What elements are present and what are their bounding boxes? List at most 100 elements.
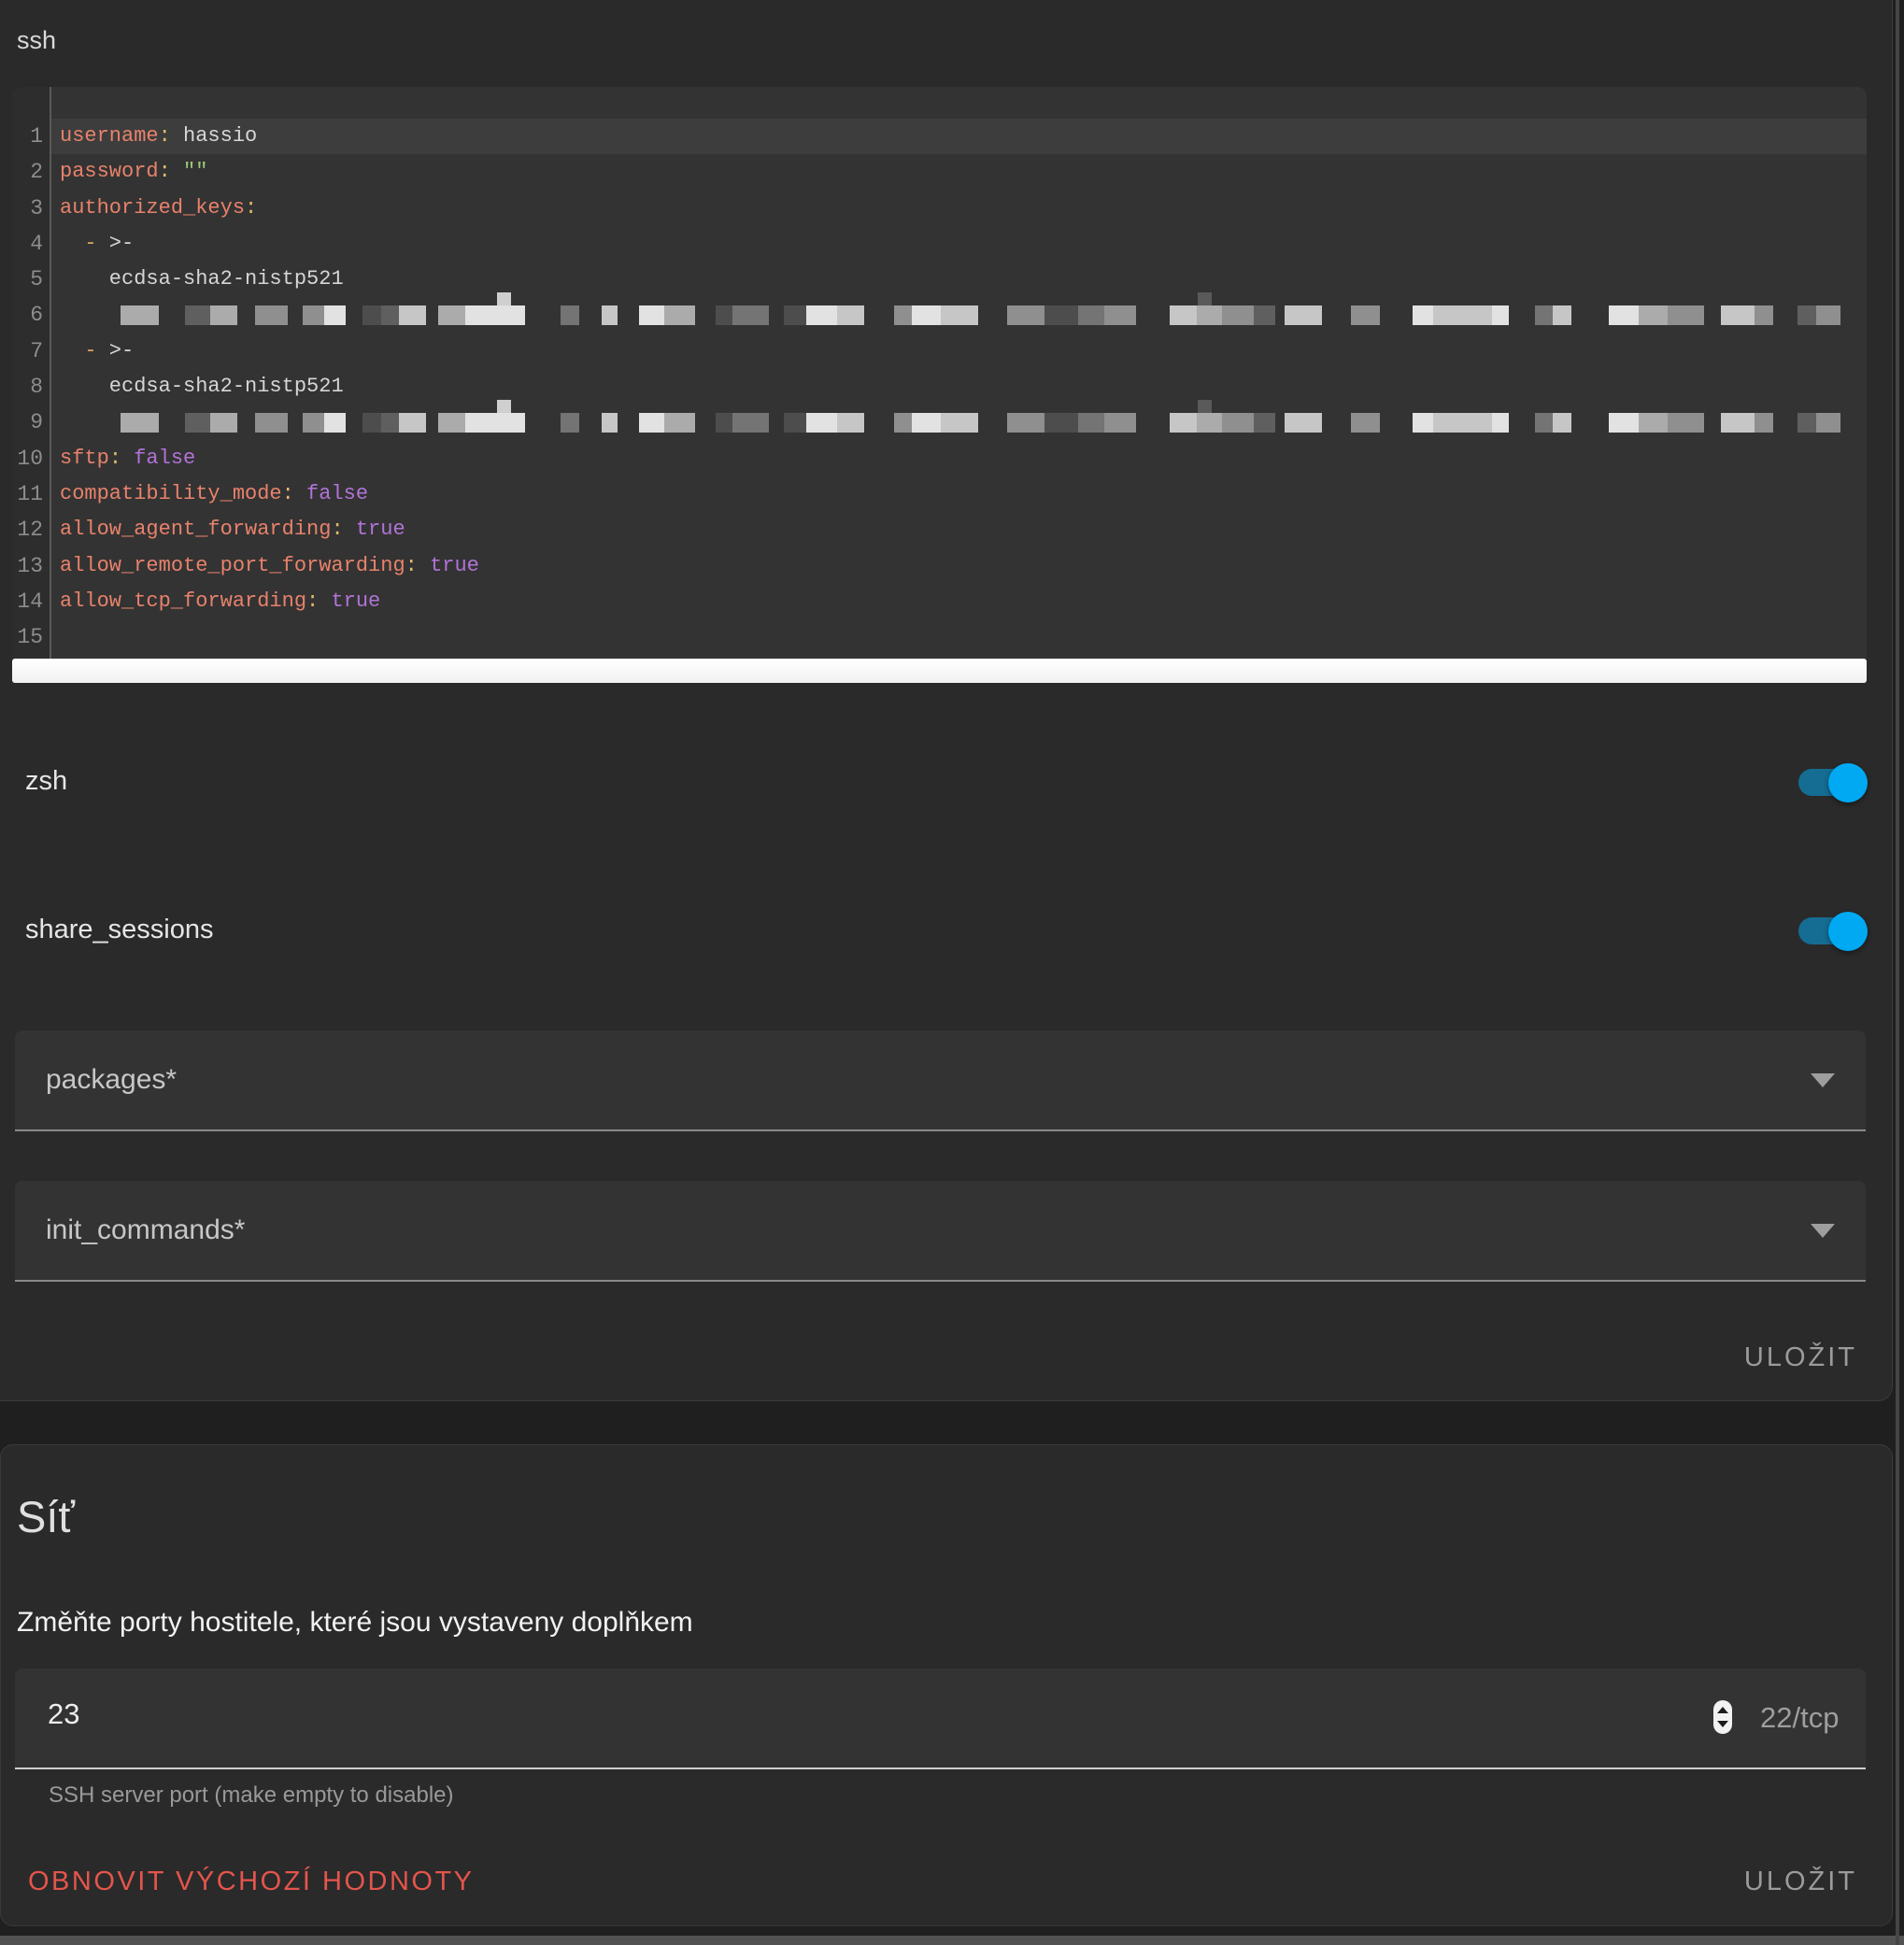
code-token: >- xyxy=(97,232,135,255)
packages-select-label: packages* xyxy=(46,1064,177,1096)
line-number: 5 xyxy=(12,262,50,297)
network-subtitle: Změňte porty hostitele, které jsou vysta… xyxy=(17,1607,693,1639)
code-content: username: hassio xyxy=(51,119,1867,154)
code-token: sftp xyxy=(60,447,109,470)
code-token: allow_tcp_forwarding xyxy=(60,589,306,613)
redacted-key-pixelated xyxy=(111,405,1840,440)
code-content: allow_remote_port_forwarding: true xyxy=(51,548,1867,584)
code-token: : xyxy=(331,518,343,541)
code-token: false xyxy=(294,482,368,505)
code-token: password xyxy=(60,160,159,183)
yaml-editor-label: ssh xyxy=(17,26,56,55)
save-network-button[interactable]: ULOŽIT xyxy=(1744,1867,1857,1897)
code-line: 1username: hassio xyxy=(12,119,1867,154)
code-token xyxy=(60,232,84,255)
code-content xyxy=(51,297,1867,333)
line-number: 15 xyxy=(12,619,50,655)
code-token: : xyxy=(109,447,121,470)
line-number: 8 xyxy=(12,369,50,405)
code-token: : xyxy=(405,554,418,577)
code-token: : xyxy=(159,124,171,148)
code-content: allow_agent_forwarding: true xyxy=(51,512,1867,547)
code-token: username xyxy=(60,124,159,148)
code-content: sftp: false xyxy=(51,441,1867,476)
save-config-button[interactable]: ULOŽIT xyxy=(1744,1342,1857,1373)
code-token: "" xyxy=(171,160,208,183)
number-stepper-icon[interactable] xyxy=(1713,1700,1732,1734)
code-token: : xyxy=(306,589,319,613)
line-number: 1 xyxy=(12,119,50,154)
code-content: compatibility_mode: false xyxy=(51,476,1867,512)
code-token: authorized_keys xyxy=(60,196,245,220)
code-line: 9 xyxy=(12,405,1867,440)
line-number: 14 xyxy=(12,584,50,619)
zsh-toggle[interactable] xyxy=(1798,769,1862,796)
line-number: 7 xyxy=(12,334,50,369)
redacted-key-pixelated xyxy=(111,297,1840,333)
code-line: 10sftp: false xyxy=(12,441,1867,476)
yaml-editor[interactable]: 1username: hassio2password: ""3authorize… xyxy=(12,87,1867,659)
editor-horizontal-scrollbar[interactable] xyxy=(12,659,1867,683)
port-service-label: 22/tcp xyxy=(1760,1701,1839,1735)
code-token: : xyxy=(245,196,257,220)
code-token: true xyxy=(319,589,380,613)
line-number: 11 xyxy=(12,476,50,512)
code-content xyxy=(51,405,1867,440)
editor-lines: 1username: hassio2password: ""3authorize… xyxy=(12,119,1867,655)
code-token: >- xyxy=(97,339,135,362)
line-number: 10 xyxy=(12,441,50,476)
code-line: 3authorized_keys: xyxy=(12,191,1867,226)
toggle-label-zsh: zsh xyxy=(25,766,67,797)
init-commands-select-label: init_commands* xyxy=(46,1214,245,1246)
share-sessions-toggle[interactable] xyxy=(1798,917,1862,944)
line-number: 13 xyxy=(12,548,50,584)
code-line: 4 - >- xyxy=(12,226,1867,262)
line-number: 6 xyxy=(12,297,50,333)
init-commands-select[interactable]: init_commands* xyxy=(15,1181,1866,1282)
line-number: 12 xyxy=(12,512,50,547)
code-token xyxy=(60,339,84,362)
port-helper-text: SSH server port (make empty to disable) xyxy=(49,1782,454,1809)
toggle-thumb xyxy=(1828,912,1868,951)
page-scrollbar[interactable] xyxy=(1896,0,1899,1945)
toggle-label-share-sessions: share_sessions xyxy=(25,915,214,945)
code-token: : xyxy=(282,482,294,505)
ssh-port-field[interactable]: 22/tcp xyxy=(15,1668,1866,1769)
packages-select[interactable]: packages* xyxy=(15,1030,1866,1131)
code-token: ecdsa-sha2-nistp521 xyxy=(60,375,344,398)
code-content: - >- xyxy=(51,226,1867,262)
code-content: password: "" xyxy=(51,154,1867,190)
code-token: allow_agent_forwarding xyxy=(60,518,331,541)
code-content: authorized_keys: xyxy=(51,191,1867,226)
code-line: 2password: "" xyxy=(12,154,1867,190)
code-token: true xyxy=(344,518,405,541)
chevron-down-icon xyxy=(1811,1224,1835,1238)
code-line: 11compatibility_mode: false xyxy=(12,476,1867,512)
network-title: Síť xyxy=(17,1491,75,1542)
code-token: ecdsa-sha2-nistp521 xyxy=(60,267,344,291)
code-token: true xyxy=(418,554,479,577)
toggle-thumb xyxy=(1828,763,1868,802)
code-line: 5 ecdsa-sha2-nistp521 xyxy=(12,262,1867,297)
chevron-down-icon xyxy=(1811,1073,1835,1087)
code-token: false xyxy=(121,447,195,470)
line-number: 2 xyxy=(12,154,50,190)
code-content: ecdsa-sha2-nistp521 xyxy=(51,369,1867,405)
code-line: 15 xyxy=(12,619,1867,655)
code-token: allow_remote_port_forwarding xyxy=(60,554,405,577)
code-token: : xyxy=(159,160,171,183)
code-line: 12allow_agent_forwarding: true xyxy=(12,512,1867,547)
line-number: 4 xyxy=(12,226,50,262)
reset-defaults-button[interactable]: OBNOVIT VÝCHOZÍ HODNOTY xyxy=(28,1867,475,1897)
code-line: 13allow_remote_port_forwarding: true xyxy=(12,548,1867,584)
code-line: 7 - >- xyxy=(12,334,1867,369)
code-token: - xyxy=(84,339,96,362)
ssh-port-input[interactable] xyxy=(46,1697,1451,1732)
code-token: hassio xyxy=(171,124,257,148)
code-line: 14 allow_tcp_forwarding: true xyxy=(12,584,1867,619)
code-token: - xyxy=(84,232,96,255)
line-number: 3 xyxy=(12,191,50,226)
code-token: compatibility_mode xyxy=(60,482,282,505)
code-content: - >- xyxy=(51,334,1867,369)
next-card-edge xyxy=(0,1936,1904,1945)
